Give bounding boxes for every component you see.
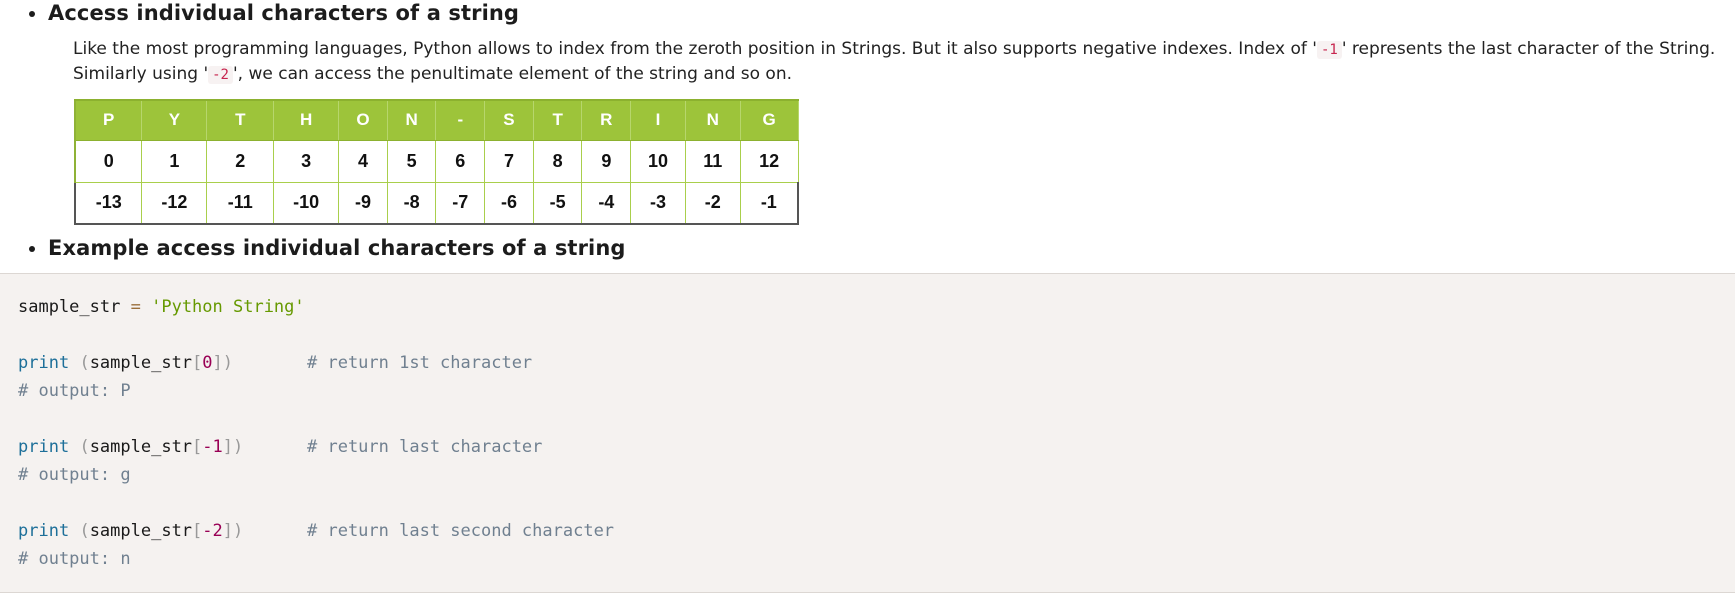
table-header-cell: S [484,99,534,141]
paragraph-line-1: Like the most programming languages, Pyt… [73,37,1733,62]
section-heading-text: Access individual characters of a string [48,1,520,25]
table-cell: 1 [141,139,208,183]
code-variable: sample_str [89,353,193,373]
code-comment: # return last character [307,437,543,457]
table-header-cell: N [684,99,741,141]
code-line-6: print (sample_str[-2]) [18,521,244,541]
string-index-table: P Y T H O N - S T R I N G 0 1 2 3 4 5 6 … [74,99,799,225]
paragraph-text: ', we can access the penultimate element… [232,64,793,84]
table-cell: -8 [386,181,437,225]
table-row-letters: P Y T H O N - S T R I N G [74,99,799,141]
paragraph-text: ' represents the last character of the S… [1341,39,1716,59]
table-header-cell: I [630,99,686,141]
table-cell: -9 [338,181,388,225]
table-header-cell: O [338,99,388,141]
code-line-1: sample_str = 'Python String' [18,296,305,318]
table-row-negative-index: -13 -12 -11 -10 -9 -8 -7 -6 -5 -4 -3 -2 … [74,181,799,225]
code-line-2: print (sample_str[0]) [18,353,234,373]
code-number: -1 [202,437,223,457]
table-cell: -11 [206,181,275,225]
code-operator: = [130,297,141,317]
table-cell: 11 [684,139,741,183]
code-function: print [18,521,70,541]
code-number: 0 [202,353,213,373]
code-line-4: print (sample_str[-1]) [18,437,244,457]
code-function: print [18,437,70,457]
code-variable: sample_str [18,297,121,317]
table-cell: -2 [684,181,741,225]
code-function: print [18,353,70,373]
code-comment: # output: P [18,381,131,401]
table-cell: 9 [581,139,632,183]
table-cell: -13 [74,181,143,225]
code-comment: # output: g [18,465,131,485]
paragraph-line-2: Similarly using ' -2 ', we can access the … [73,62,1733,87]
table-cell: -10 [273,181,340,225]
table-cell: -1 [739,181,799,225]
table-cell: 10 [630,139,686,183]
code-variable: sample_str [89,437,193,457]
table-cell: -12 [141,181,208,225]
table-cell: 3 [273,139,340,183]
code-comment: # return last second character [307,521,615,541]
table-cell: 6 [435,139,486,183]
table-cell: -7 [435,181,486,225]
paragraph-text: Like the most programming languages, Pyt… [73,39,1317,59]
code-comment: # output: n [18,549,131,569]
code-comment: # return 1st character [307,353,533,373]
table-cell: 12 [739,139,799,183]
inline-code: -2 [208,66,233,84]
table-header-cell: Y [141,99,208,141]
table-header-cell: T [206,99,275,141]
section-heading-access-characters: Access individual characters of a string [29,0,519,26]
code-string: 'Python String' [151,297,305,317]
bullet-icon [29,11,35,17]
table-cell: 8 [532,139,583,183]
section-heading-example: Example access individual characters of … [29,234,626,262]
bullet-icon [29,246,35,252]
table-header-cell: N [386,99,437,141]
table-header-cell: P [74,99,143,141]
table-cell: 5 [386,139,437,183]
paragraph-text: Similarly using ' [73,64,209,84]
table-header-cell: H [273,99,340,141]
code-number: -2 [202,521,223,541]
table-header-cell: R [581,99,632,141]
inline-code: -1 [1316,41,1342,59]
code-block[interactable]: sample_str = 'Python String' print (samp… [0,273,1735,593]
table-cell: 7 [484,139,534,183]
table-cell: 0 [74,139,143,183]
table-header-cell: G [739,99,799,141]
code-variable: sample_str [89,521,193,541]
table-header-cell: T [532,99,583,141]
table-cell: -3 [630,181,686,225]
table-cell: -4 [581,181,632,225]
table-cell: -5 [532,181,583,225]
explanation-paragraph: Like the most programming languages, Pyt… [73,37,1733,87]
table-cell: 4 [338,139,388,183]
table-cell: -6 [484,181,534,225]
table-row-positive-index: 0 1 2 3 4 5 6 7 8 9 10 11 12 [74,139,799,183]
section-heading-text: Example access individual characters of … [48,236,626,260]
table-header-cell: - [435,99,486,141]
table-cell: 2 [206,139,275,183]
